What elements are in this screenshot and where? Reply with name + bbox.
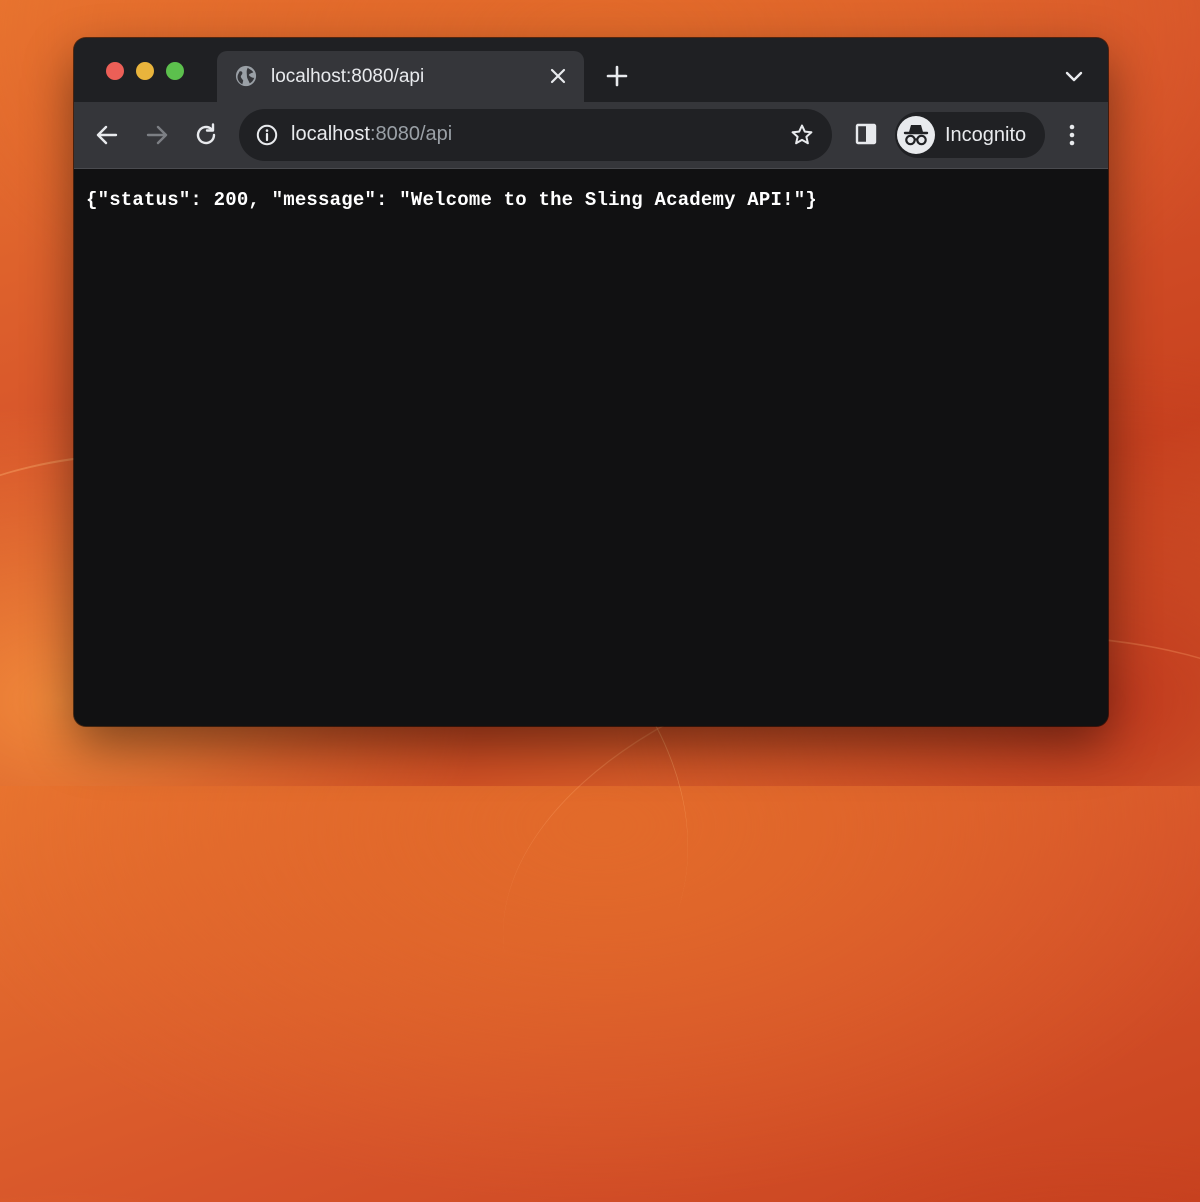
url-host: localhost [291,123,370,145]
toolbar: localhost:8080/api Incognito [74,102,1108,169]
back-arrow-icon[interactable] [94,122,120,148]
globe-icon [235,65,257,87]
forward-arrow-icon[interactable] [144,122,170,148]
tab-title: localhost:8080/api [271,66,425,87]
browser-window: localhost:8080/api localhost:8080/api In… [74,38,1108,726]
address-bar[interactable]: localhost:8080/api [239,109,832,161]
json-response-text: {"status": 200, "message": "Welcome to t… [86,189,817,211]
minimize-window-button[interactable] [136,62,154,80]
side-panel-icon[interactable] [855,123,877,145]
close-window-button[interactable] [106,62,124,80]
page-content: {"status": 200, "message": "Welcome to t… [74,169,1108,726]
incognito-icon [897,116,935,154]
kebab-menu-icon[interactable] [1064,122,1080,148]
zoom-window-button[interactable] [166,62,184,80]
bookmark-star-icon[interactable] [790,123,814,147]
incognito-profile-button[interactable]: Incognito [895,112,1045,158]
tab-active[interactable]: localhost:8080/api [217,51,584,102]
url-path: :8080/api [369,123,453,145]
chevron-down-icon[interactable] [1064,68,1084,86]
reload-icon[interactable] [193,122,219,148]
info-icon[interactable] [256,124,278,146]
url-text[interactable]: localhost:8080/api [291,123,452,146]
close-tab-icon[interactable] [548,66,568,86]
new-tab-icon[interactable] [606,65,628,87]
incognito-label: Incognito [945,124,1027,146]
tab-strip: localhost:8080/api [74,38,1108,102]
